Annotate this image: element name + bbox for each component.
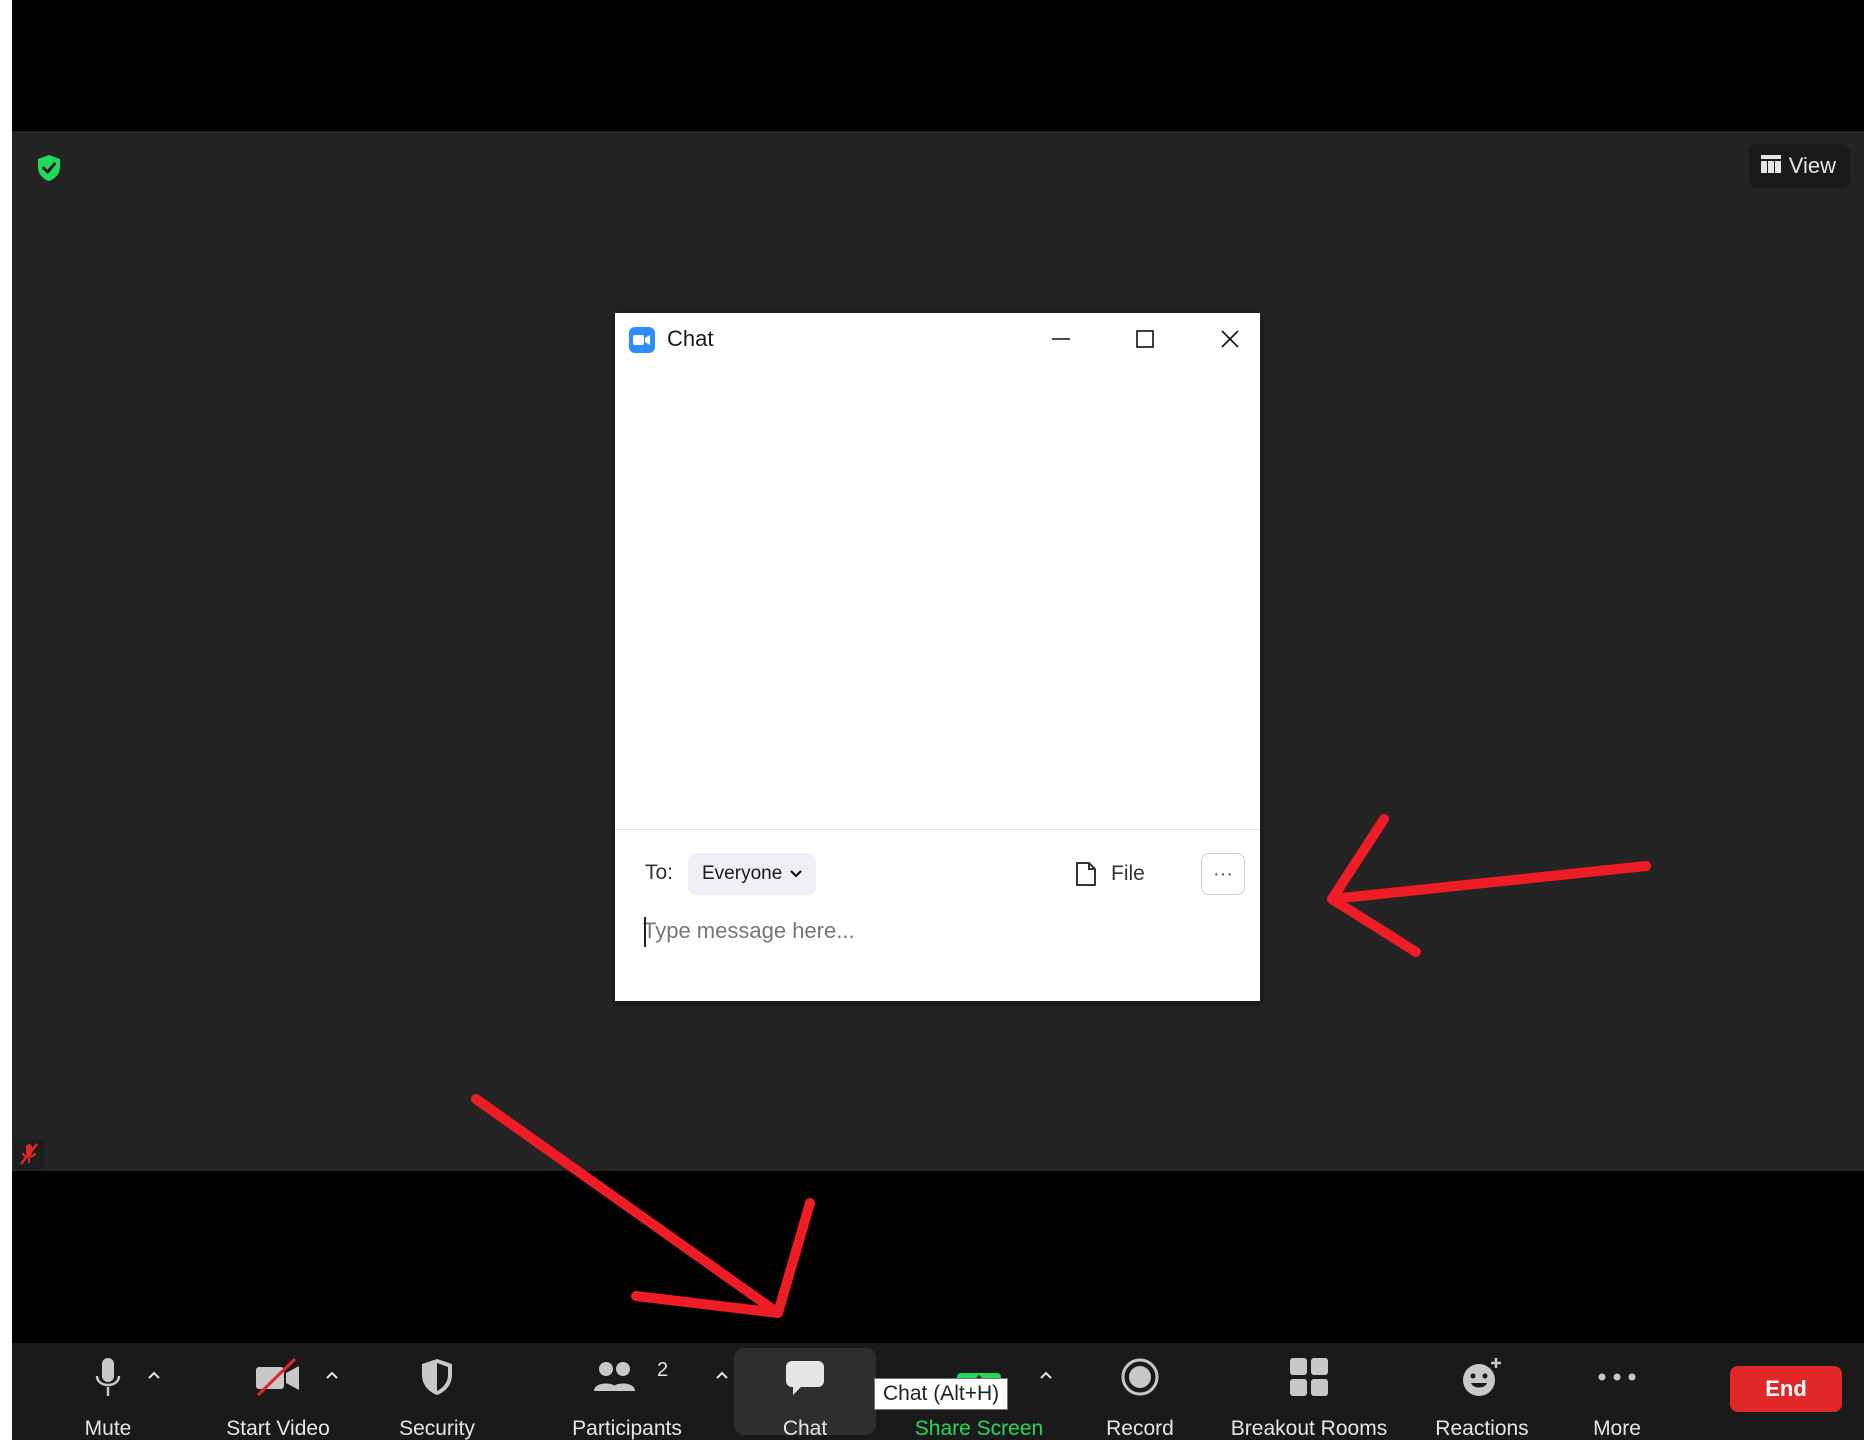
share-options-caret[interactable] — [1036, 1365, 1056, 1385]
chat-popup-window: Chat To: Everyone File ··· Type message … — [615, 313, 1260, 1001]
zoom-app-icon — [629, 327, 655, 353]
record-button[interactable]: Record — [1096, 1343, 1184, 1440]
chevron-up-icon — [716, 1371, 728, 1379]
chevron-down-icon — [790, 870, 803, 878]
more-label: More — [1593, 1417, 1641, 1440]
maximize-icon — [1136, 330, 1154, 348]
chat-window-title: Chat — [667, 326, 714, 351]
security-button[interactable]: Security — [388, 1343, 486, 1440]
chat-titlebar[interactable]: Chat — [615, 313, 1260, 365]
microphone-icon — [93, 1355, 123, 1399]
breakout-rooms-label: Breakout Rooms — [1230, 1417, 1388, 1440]
participants-count: 2 — [657, 1359, 669, 1381]
participants-icon — [592, 1355, 662, 1399]
chat-bubble-icon — [785, 1355, 825, 1399]
security-label: Security — [399, 1417, 475, 1440]
view-label: View — [1788, 153, 1836, 178]
recipient-dropdown[interactable]: Everyone — [688, 853, 817, 895]
breakout-rooms-button[interactable]: Breakout Rooms — [1220, 1343, 1398, 1440]
chat-tooltip: Chat (Alt+H) — [874, 1378, 1009, 1410]
video-options-caret[interactable] — [322, 1365, 342, 1385]
record-label: Record — [1106, 1417, 1174, 1440]
chevron-up-icon — [326, 1371, 338, 1379]
grid-view-icon — [1760, 153, 1781, 179]
chat-button[interactable]: Chat — [764, 1343, 846, 1440]
close-button[interactable] — [1202, 319, 1258, 359]
zoom-meeting-window: View Chat To: Everyone File ··· Type mes… — [12, 0, 1864, 1440]
start-video-label: Start Video — [226, 1417, 330, 1440]
file-icon — [1076, 862, 1096, 886]
security-shield-icon — [420, 1355, 454, 1399]
reactions-smiley-icon — [1461, 1355, 1503, 1399]
more-button[interactable]: More — [1580, 1343, 1654, 1440]
more-dots-icon — [1597, 1355, 1637, 1399]
recipient-value: Everyone — [702, 863, 783, 884]
text-cursor — [644, 917, 646, 947]
file-button[interactable]: File — [1075, 853, 1145, 895]
to-label: To: — [645, 861, 674, 884]
view-button[interactable]: View — [1748, 144, 1850, 188]
file-label: File — [1111, 862, 1145, 885]
end-meeting-button[interactable]: End — [1730, 1366, 1842, 1412]
minimize-button[interactable] — [1033, 319, 1089, 359]
reactions-label: Reactions — [1435, 1417, 1529, 1440]
reactions-button[interactable]: Reactions — [1424, 1343, 1540, 1440]
chat-more-options-button[interactable]: ··· — [1201, 853, 1245, 895]
record-icon — [1120, 1355, 1160, 1399]
breakout-rooms-icon — [1289, 1355, 1329, 1399]
chat-message-input[interactable] — [643, 911, 1233, 951]
close-icon — [1221, 330, 1239, 348]
chevron-up-icon — [1040, 1371, 1052, 1379]
encryption-shield-icon[interactable] — [36, 154, 62, 182]
video-off-icon — [255, 1355, 301, 1399]
chat-message-list[interactable] — [615, 365, 1260, 829]
participants-button[interactable]: Participants — [564, 1343, 690, 1440]
muted-mic-indicator-icon — [14, 1139, 44, 1169]
mute-label: Mute — [84, 1417, 132, 1440]
audio-options-caret[interactable] — [144, 1365, 164, 1385]
chevron-up-icon — [148, 1371, 160, 1379]
maximize-button[interactable] — [1117, 319, 1173, 359]
mute-button[interactable]: Mute — [70, 1343, 146, 1440]
chat-divider — [615, 829, 1260, 830]
share-screen-label: Share Screen — [914, 1417, 1044, 1440]
start-video-button[interactable]: Start Video — [208, 1343, 348, 1440]
chat-label: Chat — [782, 1417, 828, 1440]
participants-label: Participants — [572, 1417, 682, 1440]
minimize-icon — [1052, 338, 1070, 340]
participants-options-caret[interactable] — [712, 1365, 732, 1385]
ellipsis-icon: ··· — [1213, 862, 1233, 885]
